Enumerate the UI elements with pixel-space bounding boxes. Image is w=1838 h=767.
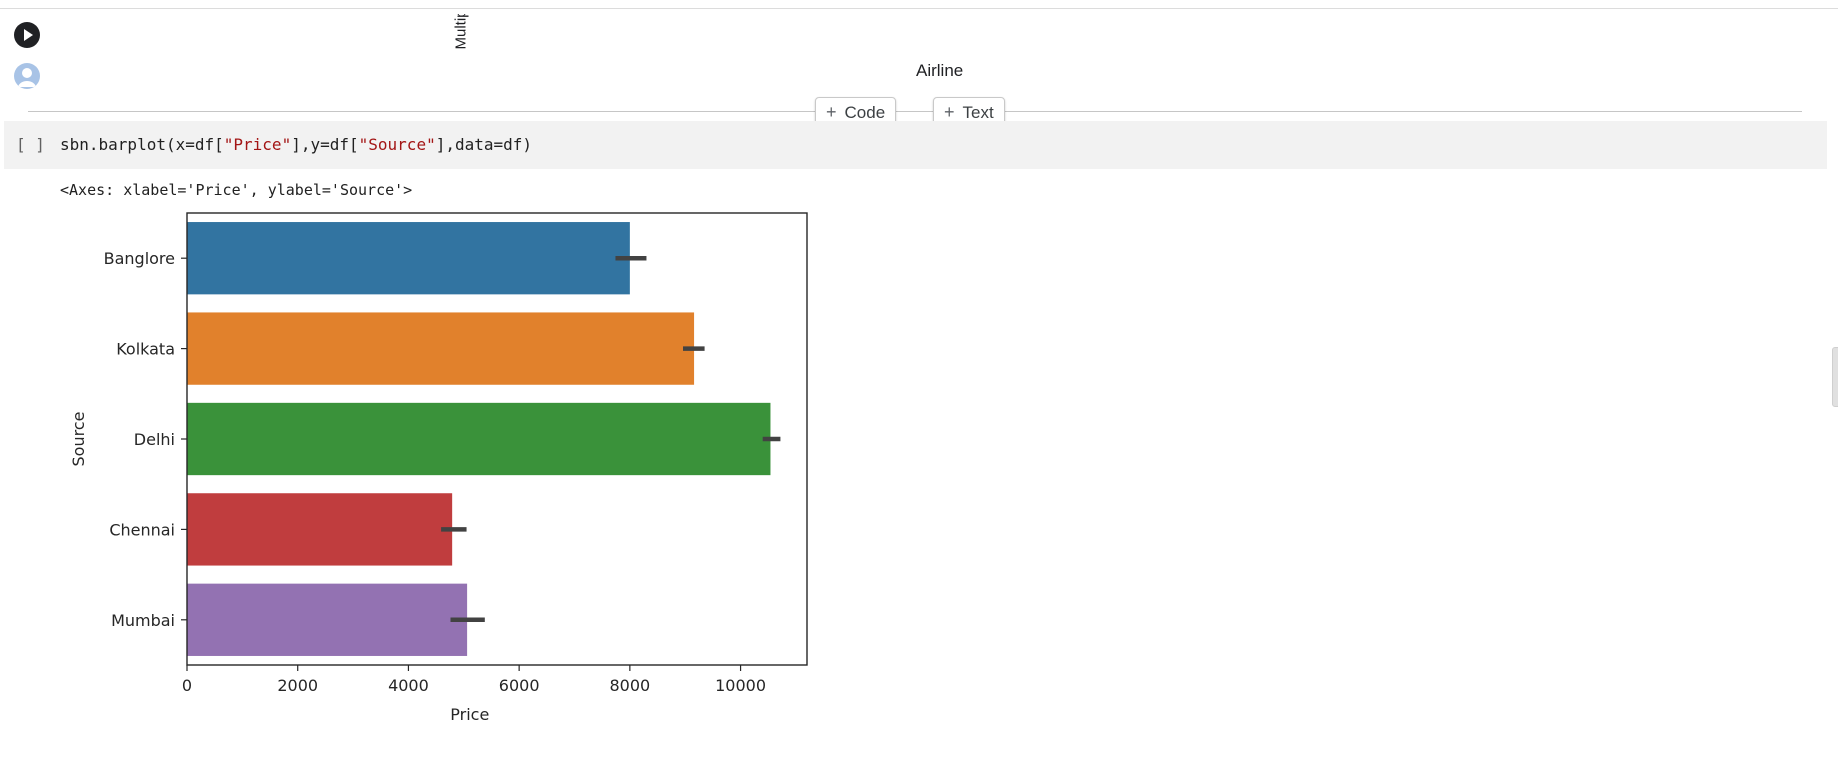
previous-plot-xlabel: Airline [916, 61, 964, 80]
x-tick-label: 0 [182, 676, 192, 695]
cell-execution-count: [ ] [16, 135, 45, 154]
x-tick-label: 10000 [715, 676, 766, 695]
play-circle-icon [24, 29, 33, 41]
x-tick-label: 8000 [609, 676, 650, 695]
x-tick-label: 2000 [277, 676, 318, 695]
y-tick-label: Mumbai [111, 611, 175, 630]
previous-plot-ylabel-fragment: Multip [452, 14, 470, 50]
add-code-label: Code [844, 103, 886, 122]
y-tick-label: Chennai [109, 520, 175, 539]
y-tick-label: Delhi [134, 430, 175, 449]
y-tick-label: Kolkata [116, 340, 175, 359]
x-tick-label: 4000 [388, 676, 429, 695]
plus-icon: + [826, 102, 837, 122]
cell-divider [28, 111, 1802, 112]
bar-chart: Banglore Kolkata Delhi Chennai Mumbai 0 2000 40… [69, 212, 808, 724]
bar [187, 583, 468, 656]
top-border [0, 0, 1838, 9]
bar [187, 312, 695, 385]
output-repr-text: <Axes: xlabel='Price', ylabel='Source'> [60, 181, 413, 199]
bar [187, 222, 630, 295]
x-tick-label: 6000 [499, 676, 540, 695]
user-avatar-icon[interactable] [14, 63, 40, 89]
y-tick-label: Banglore [104, 249, 175, 268]
scrollbar-handle[interactable] [1832, 347, 1838, 407]
x-axis-label: Price [450, 705, 489, 724]
code-cell[interactable]: [ ] sbn.barplot(x=df["Price"],y=df["Sour… [4, 121, 1827, 169]
bar [187, 493, 453, 566]
bar [187, 402, 771, 476]
y-axis-label: Source [69, 412, 88, 467]
run-cell-button[interactable] [14, 22, 40, 48]
plus-icon: + [944, 102, 955, 122]
add-text-label: Text [962, 103, 994, 122]
code-editor[interactable]: sbn.barplot(x=df["Price"],y=df["Source"]… [60, 135, 532, 154]
